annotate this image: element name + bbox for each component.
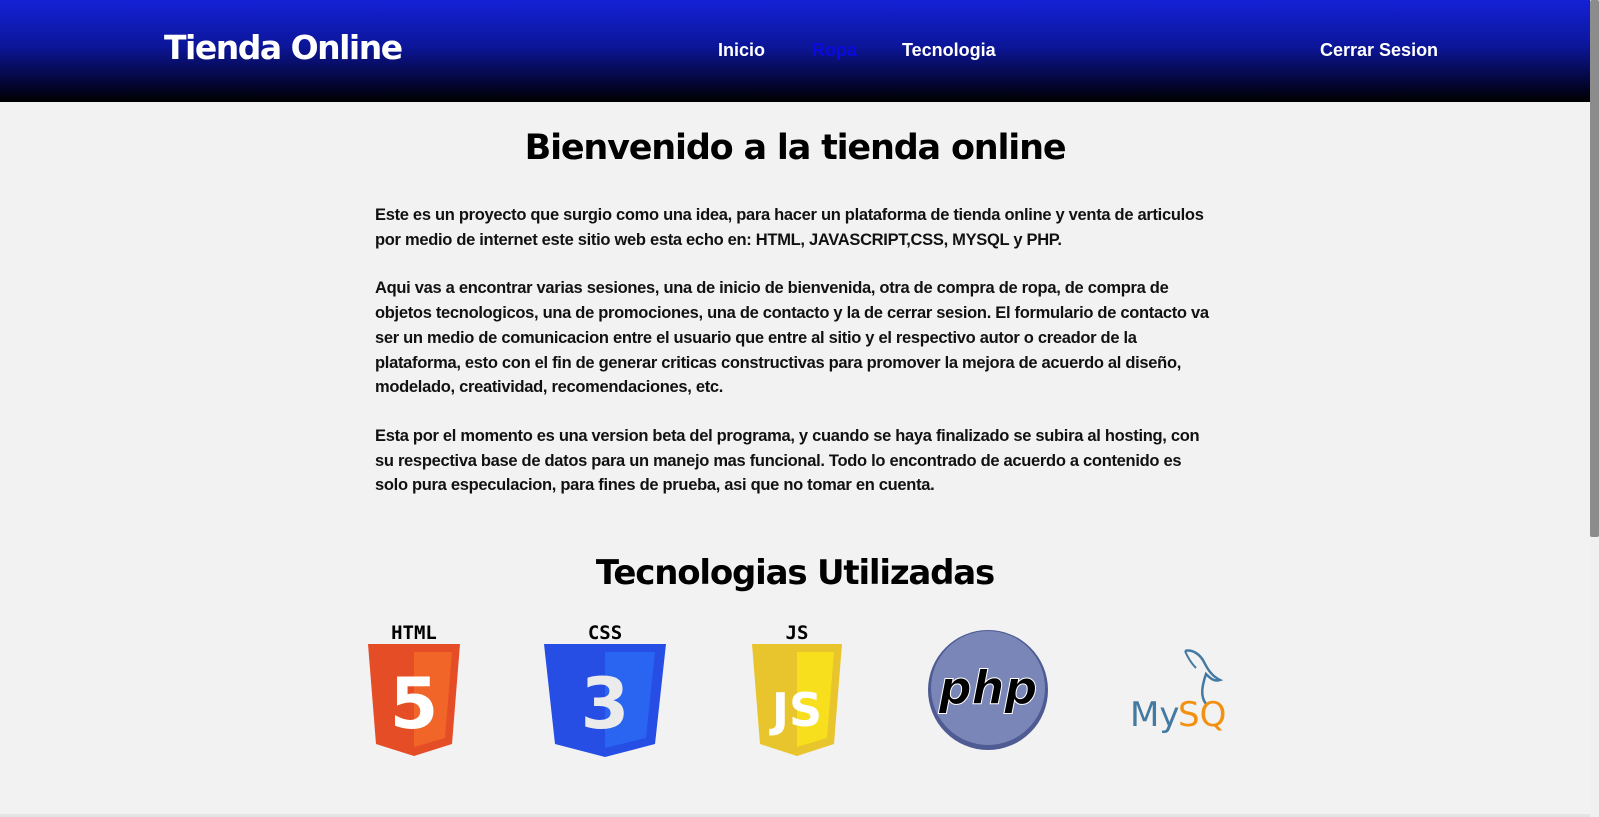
- site-brand[interactable]: Tienda Online: [164, 28, 403, 67]
- svg-text:SQL: SQL: [1178, 695, 1226, 735]
- top-navbar: Tienda Online Inicio Ropa Tecnologia Cer…: [0, 0, 1590, 102]
- tech-mysql-label: MYSQL: [952, 230, 1010, 249]
- mysql-icon: My SQL: [1130, 649, 1245, 735]
- nav-inicio[interactable]: Inicio: [718, 40, 765, 61]
- tech-html-label: HTML: [755, 230, 801, 249]
- tech-css-label: CSS: [910, 230, 944, 249]
- scrollbar-thumb[interactable]: [1590, 0, 1599, 537]
- html5-icon: 5: [368, 644, 460, 756]
- tech-js-label: JAVASCRIPT: [809, 230, 907, 249]
- svg-text:php: php: [938, 661, 1038, 715]
- js-caption: JS: [785, 622, 809, 644]
- nav-tecnologia[interactable]: Tecnologia: [902, 40, 996, 61]
- js-icon: JS: [752, 644, 842, 756]
- svg-text:5: 5: [390, 663, 439, 745]
- html5-caption: HTML: [391, 622, 437, 644]
- js-logo: JS JS: [752, 622, 842, 757]
- intro-text: Este es un proyecto que surgio como una …: [375, 203, 1215, 522]
- scrollbar[interactable]: [1590, 0, 1599, 817]
- php-icon: php: [928, 630, 1048, 750]
- svg-text:My: My: [1130, 695, 1179, 735]
- css3-logo: CSS 3: [542, 622, 668, 757]
- svg-text:3: 3: [581, 663, 630, 745]
- css3-caption: CSS: [587, 622, 623, 644]
- tech-section-title: Tecnologias Utilizadas: [595, 553, 995, 593]
- intro-conj: y: [1009, 230, 1027, 249]
- svg-text:JS: JS: [769, 683, 822, 737]
- css3-icon: 3: [544, 644, 666, 757]
- page-title: Bienvenido a la tienda online: [524, 128, 1067, 168]
- html5-logo: HTML 5: [364, 622, 464, 757]
- intro-paragraph-2: Aqui vas a encontrar varias sesiones, un…: [375, 279, 1209, 397]
- php-logo: php: [927, 629, 1049, 751]
- mysql-logo: My SQL: [1130, 646, 1245, 736]
- logout-link[interactable]: Cerrar Sesion: [1320, 40, 1438, 61]
- nav-ropa[interactable]: Ropa: [812, 40, 857, 61]
- intro-paragraph-1: Este es un proyecto que surgio como una …: [375, 206, 1204, 249]
- tech-php-label: PHP: [1026, 230, 1058, 249]
- intro-paragraph-3: Esta por el momento es una version beta …: [375, 426, 1200, 495]
